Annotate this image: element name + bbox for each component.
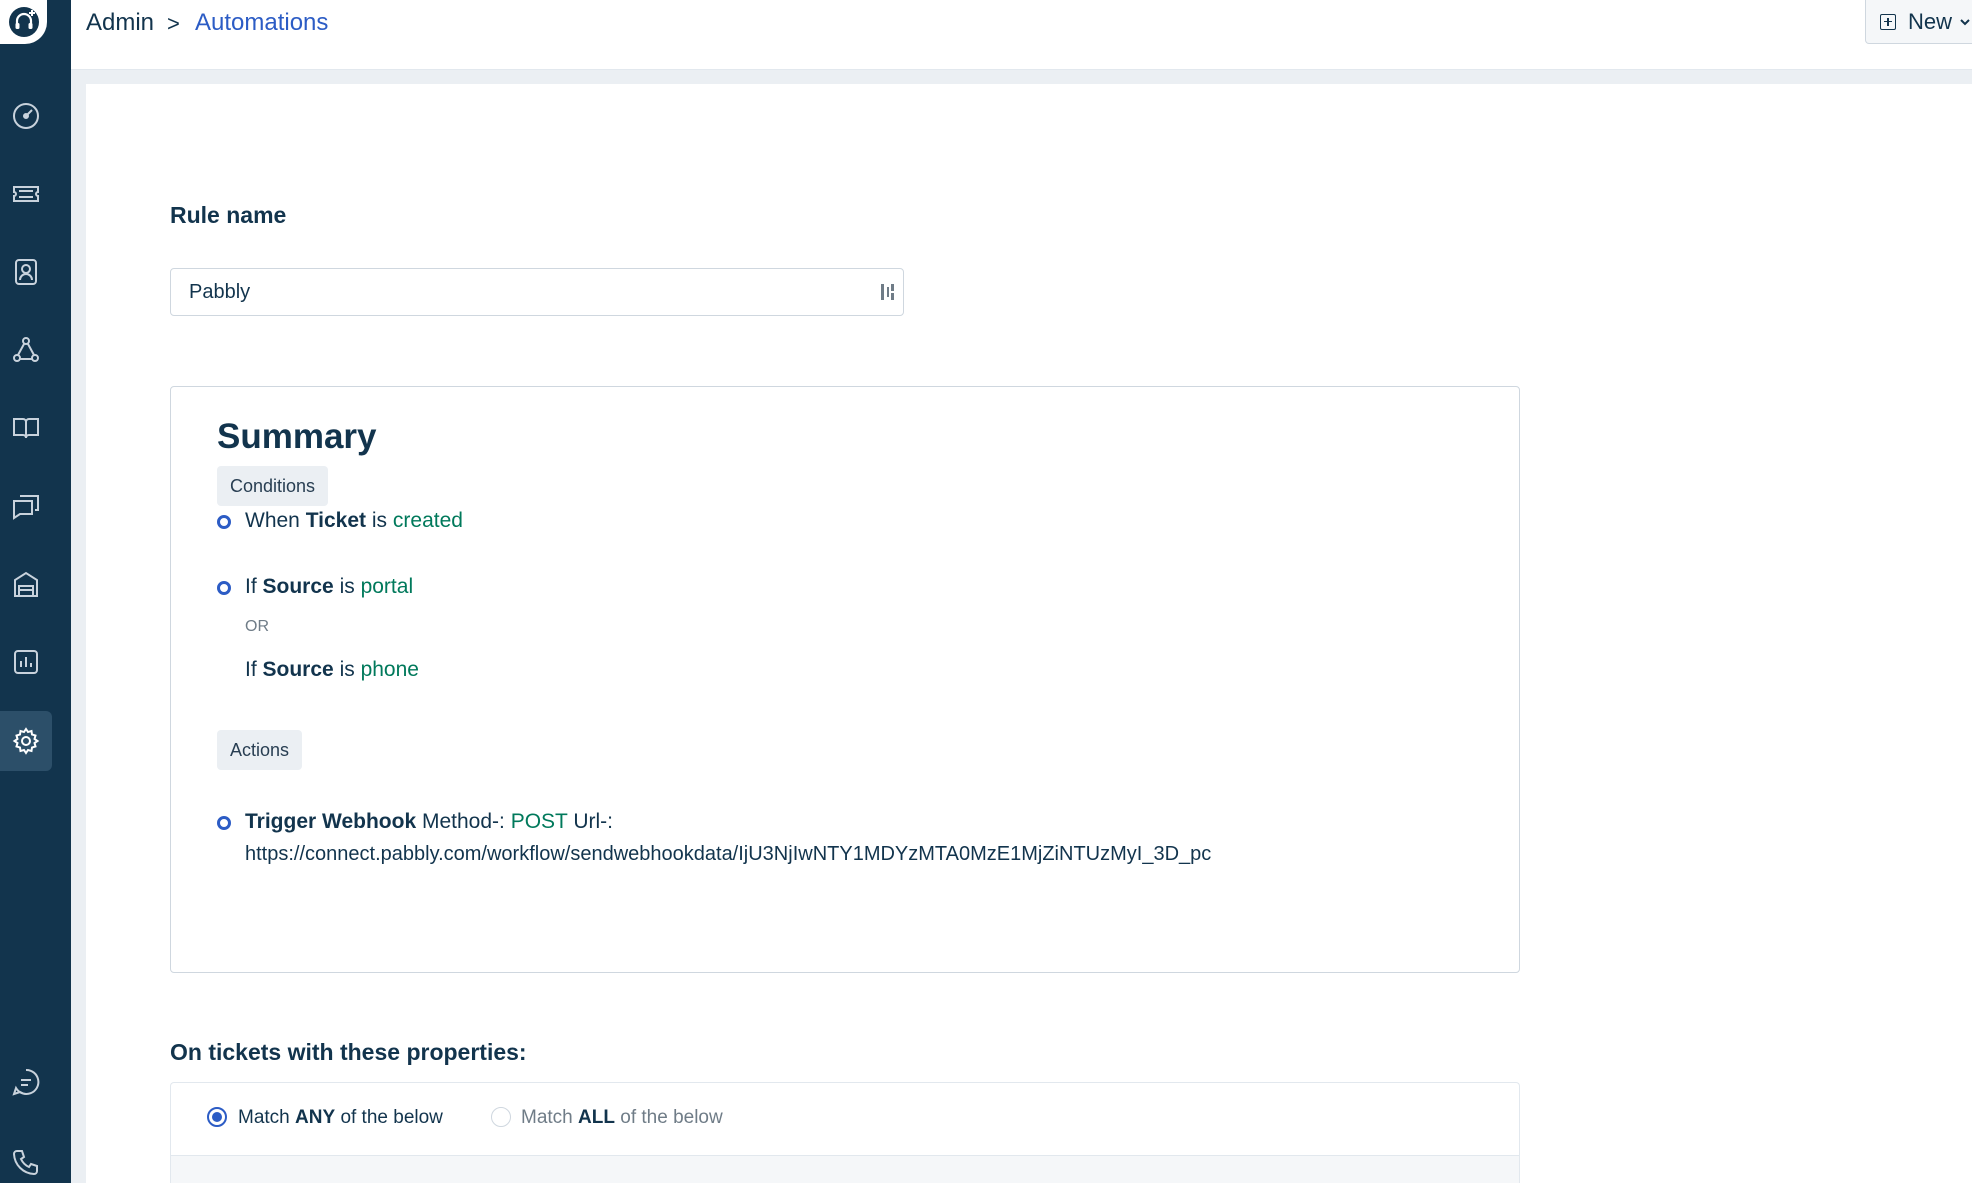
rule-name-input[interactable] (170, 268, 904, 316)
tickets-icon[interactable] (0, 164, 52, 224)
chat-icon[interactable] (0, 1052, 52, 1112)
match-all-label[interactable]: Match ALL of the below (521, 1107, 723, 1129)
left-sidebar (0, 0, 71, 1183)
match-all-radio[interactable] (491, 1107, 511, 1127)
groups-icon[interactable] (0, 320, 52, 380)
breadcrumb-automations[interactable]: Automations (195, 9, 328, 37)
source-condition-2: If Source is phone (245, 658, 419, 681)
webhook-action: Trigger Webhook Method-: POST Url-: (245, 810, 613, 833)
reports-icon[interactable] (0, 632, 52, 692)
summary-panel: Summary Conditions When Ticket is create… (170, 386, 1520, 973)
or-separator: OR (245, 618, 269, 635)
properties-heading: On tickets with these properties: (170, 1039, 527, 1065)
contacts-icon[interactable] (0, 242, 52, 302)
phone-icon[interactable] (0, 1132, 52, 1183)
new-button-label: New (1908, 8, 1953, 34)
conditions-area (171, 1155, 1519, 1183)
new-button[interactable]: New (1865, 0, 1972, 44)
source-condition-1: If Source is portal (245, 575, 414, 598)
rule-name-label: Rule name (170, 202, 287, 228)
chevron-down-icon (1960, 18, 1970, 25)
top-header: Admin > Automations New (71, 0, 1972, 70)
actions-badge: Actions (217, 730, 303, 770)
logo-headset-icon[interactable] (0, 0, 47, 44)
breadcrumb-separator: > (167, 11, 180, 36)
bullet-dot-icon (217, 581, 231, 595)
match-any-label[interactable]: Match ANY of the below (238, 1107, 443, 1129)
main-content: Rule name Summary Conditions When Ticket… (86, 84, 1972, 1183)
assets-icon[interactable] (0, 554, 52, 614)
match-any-radio[interactable] (207, 1107, 227, 1127)
plus-square-icon (1880, 13, 1896, 30)
bullet-dot-icon (217, 816, 231, 830)
conditions-badge: Conditions (217, 466, 329, 506)
event-condition: When Ticket is created (245, 509, 463, 532)
summary-title: Summary (217, 417, 377, 456)
bullet-dot-icon (217, 515, 231, 529)
admin-gear-icon[interactable] (0, 711, 52, 771)
forums-icon[interactable] (0, 476, 52, 536)
password-manager-icon[interactable] (880, 282, 896, 302)
breadcrumb-admin[interactable]: Admin (86, 9, 154, 37)
solutions-icon[interactable] (0, 398, 52, 458)
match-options-panel: Match ANY of the below Match ALL of the … (170, 1082, 1520, 1183)
dashboard-icon[interactable] (0, 86, 52, 146)
webhook-url: https://connect.pabbly.com/workflow/send… (245, 843, 1212, 865)
